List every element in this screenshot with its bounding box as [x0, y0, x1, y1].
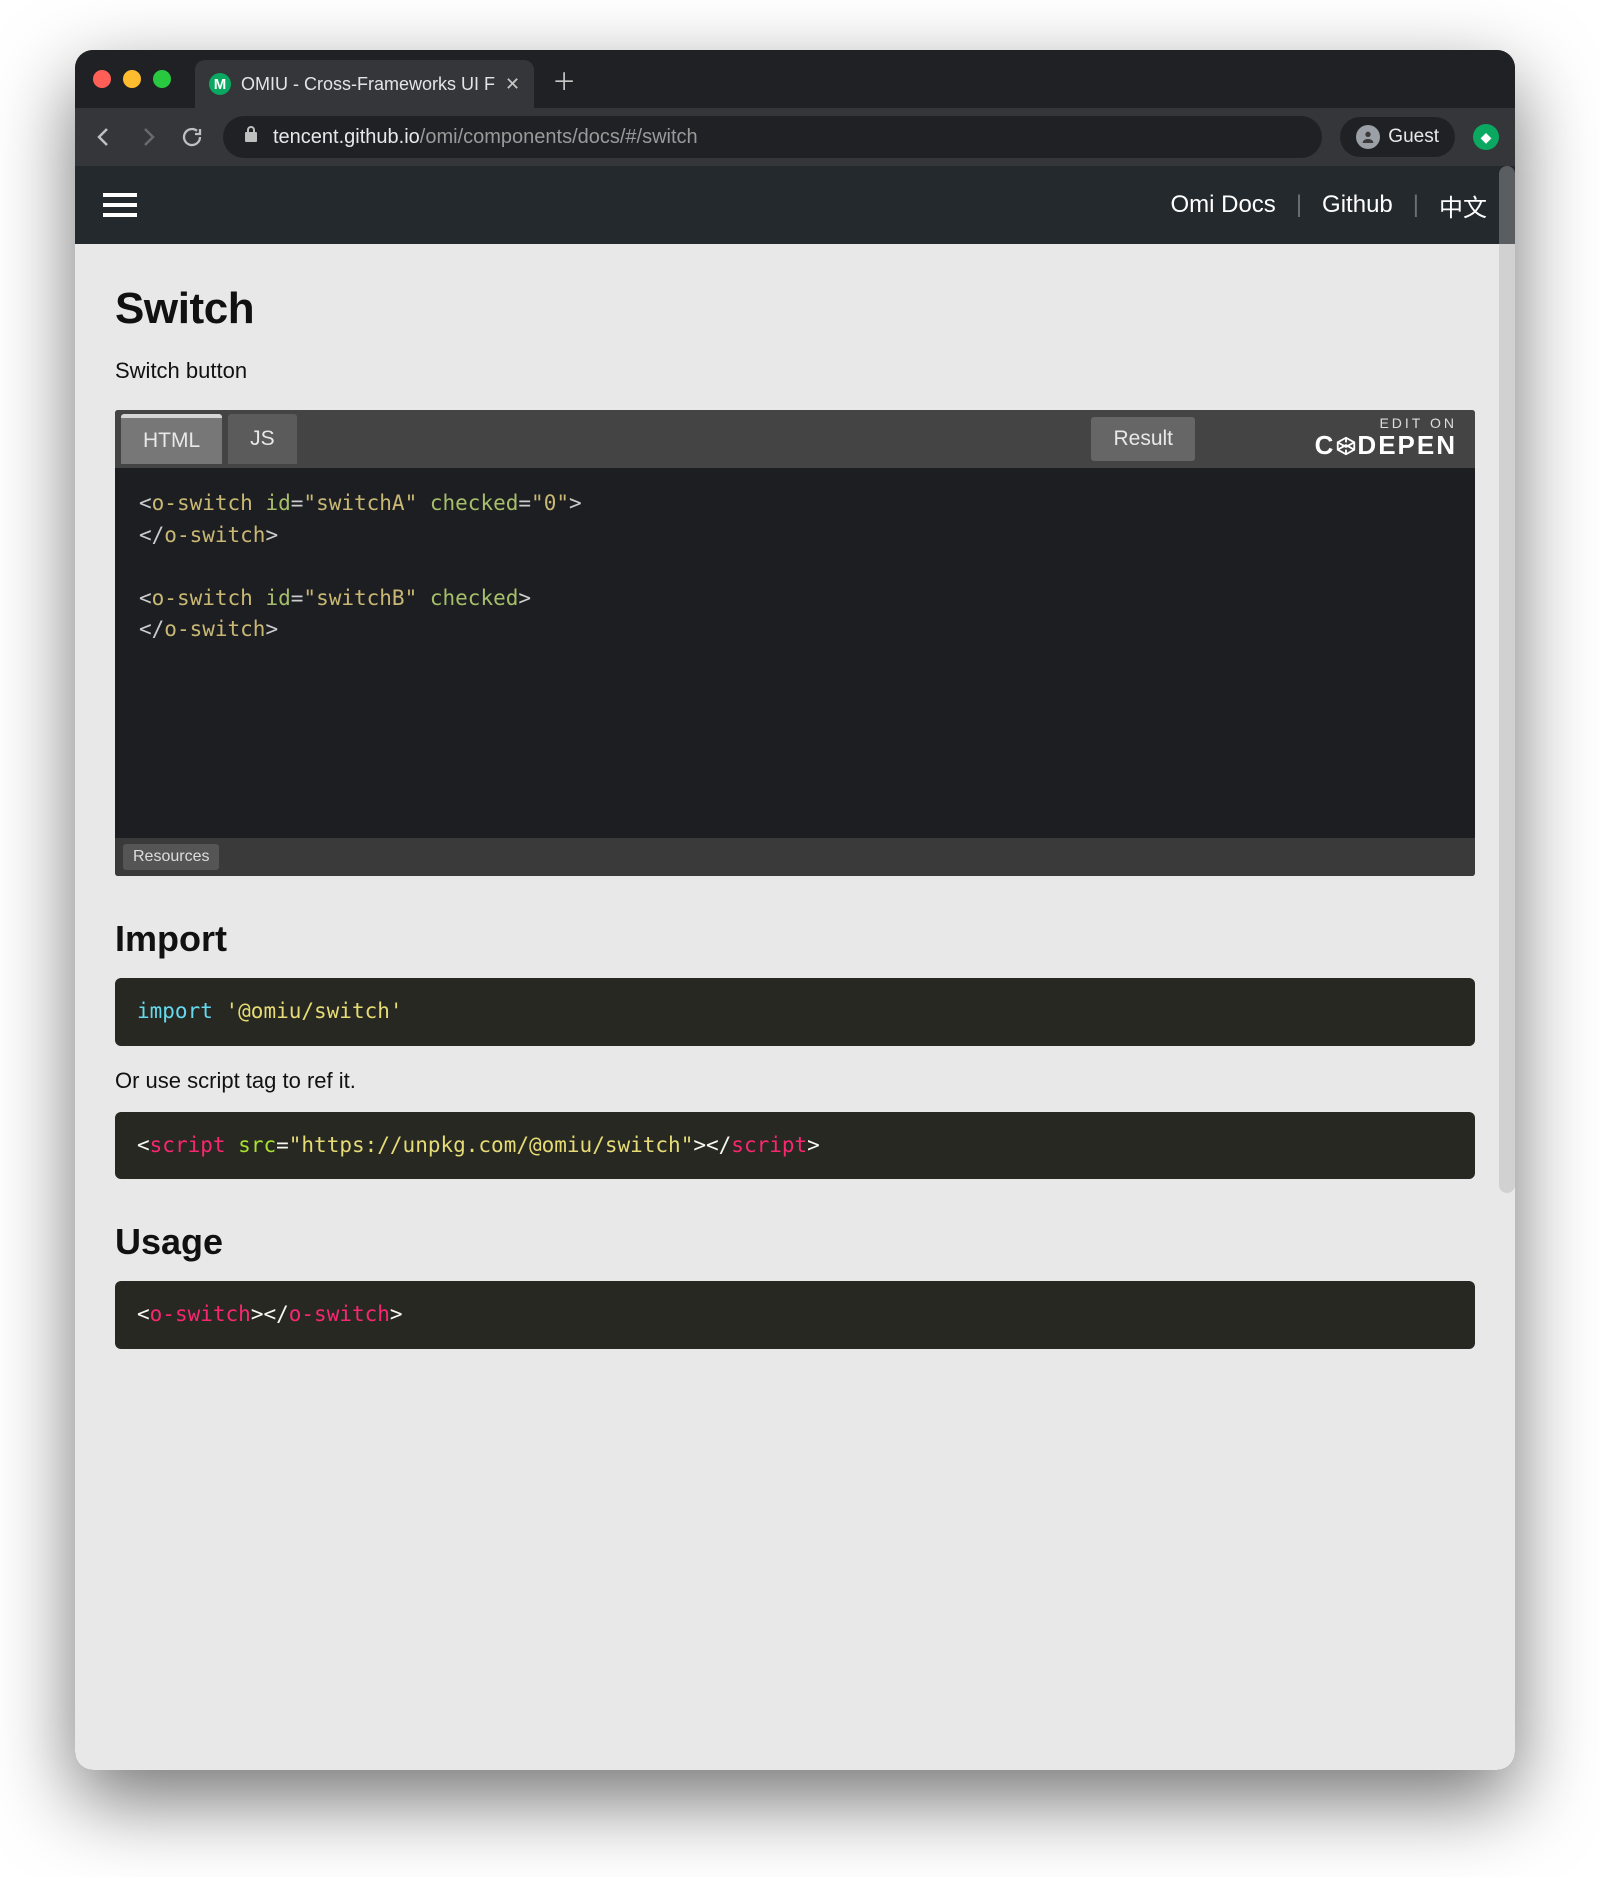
codepen-code[interactable]: <o-switch id="switchA" checked="0"> </o-… [115, 468, 1475, 838]
script-desc: Or use script tag to ref it. [115, 1068, 1475, 1094]
close-window-button[interactable] [93, 70, 111, 88]
profile-label: Guest [1388, 126, 1439, 148]
nav-link-omi-docs[interactable]: Omi Docs [1170, 191, 1275, 219]
codepen-edit-label: EDIT ON [1315, 416, 1457, 431]
codepen-logo: CDEPEN [1315, 431, 1457, 460]
codepen-footer: Resources [115, 838, 1475, 876]
nav-link-github[interactable]: Github [1322, 191, 1393, 219]
code-script-tag[interactable]: <script src="https://unpkg.com/@omiu/swi… [115, 1112, 1475, 1180]
code-usage[interactable]: <o-switch></o-switch> [115, 1281, 1475, 1349]
minimize-window-button[interactable] [123, 70, 141, 88]
profile-chip[interactable]: Guest [1340, 117, 1455, 157]
extension-icon[interactable]: ◆ [1473, 124, 1499, 150]
tab-title: OMIU - Cross-Frameworks UI F [241, 74, 495, 95]
browser-toolbar: tencent.github.io/omi/components/docs/#/… [75, 108, 1515, 166]
codepen-tab-js[interactable]: JS [228, 414, 297, 464]
favicon-icon: M [209, 73, 231, 95]
codepen-embed: HTML JS Result EDIT ON CDEPEN <o-switch … [115, 410, 1475, 876]
section-usage: Usage [115, 1221, 1475, 1263]
codepen-tabs: HTML JS Result EDIT ON CDEPEN [115, 410, 1475, 468]
browser-tab[interactable]: M OMIU - Cross-Frameworks UI F ✕ [195, 60, 534, 108]
codepen-resources-button[interactable]: Resources [123, 844, 219, 870]
avatar-icon [1356, 125, 1380, 149]
codepen-tab-result[interactable]: Result [1091, 417, 1195, 461]
page-content: Switch Switch button HTML JS Result EDIT… [75, 244, 1515, 1349]
reload-button[interactable] [179, 124, 205, 150]
nav-link-chinese[interactable]: 中文 [1439, 188, 1487, 223]
section-import: Import [115, 918, 1475, 960]
address-bar[interactable]: tencent.github.io/omi/components/docs/#/… [223, 116, 1322, 158]
page-title: Switch [115, 284, 1475, 334]
url-text: tencent.github.io/omi/components/docs/#/… [273, 126, 698, 149]
lock-icon [243, 125, 259, 149]
forward-button[interactable] [135, 124, 161, 150]
new-tab-button[interactable]: ＋ [552, 62, 576, 97]
codepen-tab-html[interactable]: HTML [121, 414, 222, 464]
page-viewport: Omi Docs | Github | 中文 Switch Switch but… [75, 166, 1515, 1770]
nav-separator: | [1413, 191, 1419, 219]
page-subtitle: Switch button [115, 358, 1475, 384]
back-button[interactable] [91, 124, 117, 150]
codepen-brand[interactable]: EDIT ON CDEPEN [1315, 416, 1457, 460]
browser-window: M OMIU - Cross-Frameworks UI F ✕ ＋ tence… [75, 50, 1515, 1770]
close-tab-icon[interactable]: ✕ [505, 74, 520, 95]
top-nav: Omi Docs | Github | 中文 [1170, 188, 1487, 223]
menu-icon[interactable] [103, 193, 137, 217]
browser-titlebar: M OMIU - Cross-Frameworks UI F ✕ ＋ [75, 50, 1515, 108]
nav-separator: | [1296, 191, 1302, 219]
maximize-window-button[interactable] [153, 70, 171, 88]
window-controls [93, 70, 171, 88]
code-import[interactable]: import '@omiu/switch' [115, 978, 1475, 1046]
site-topbar: Omi Docs | Github | 中文 [75, 166, 1515, 244]
